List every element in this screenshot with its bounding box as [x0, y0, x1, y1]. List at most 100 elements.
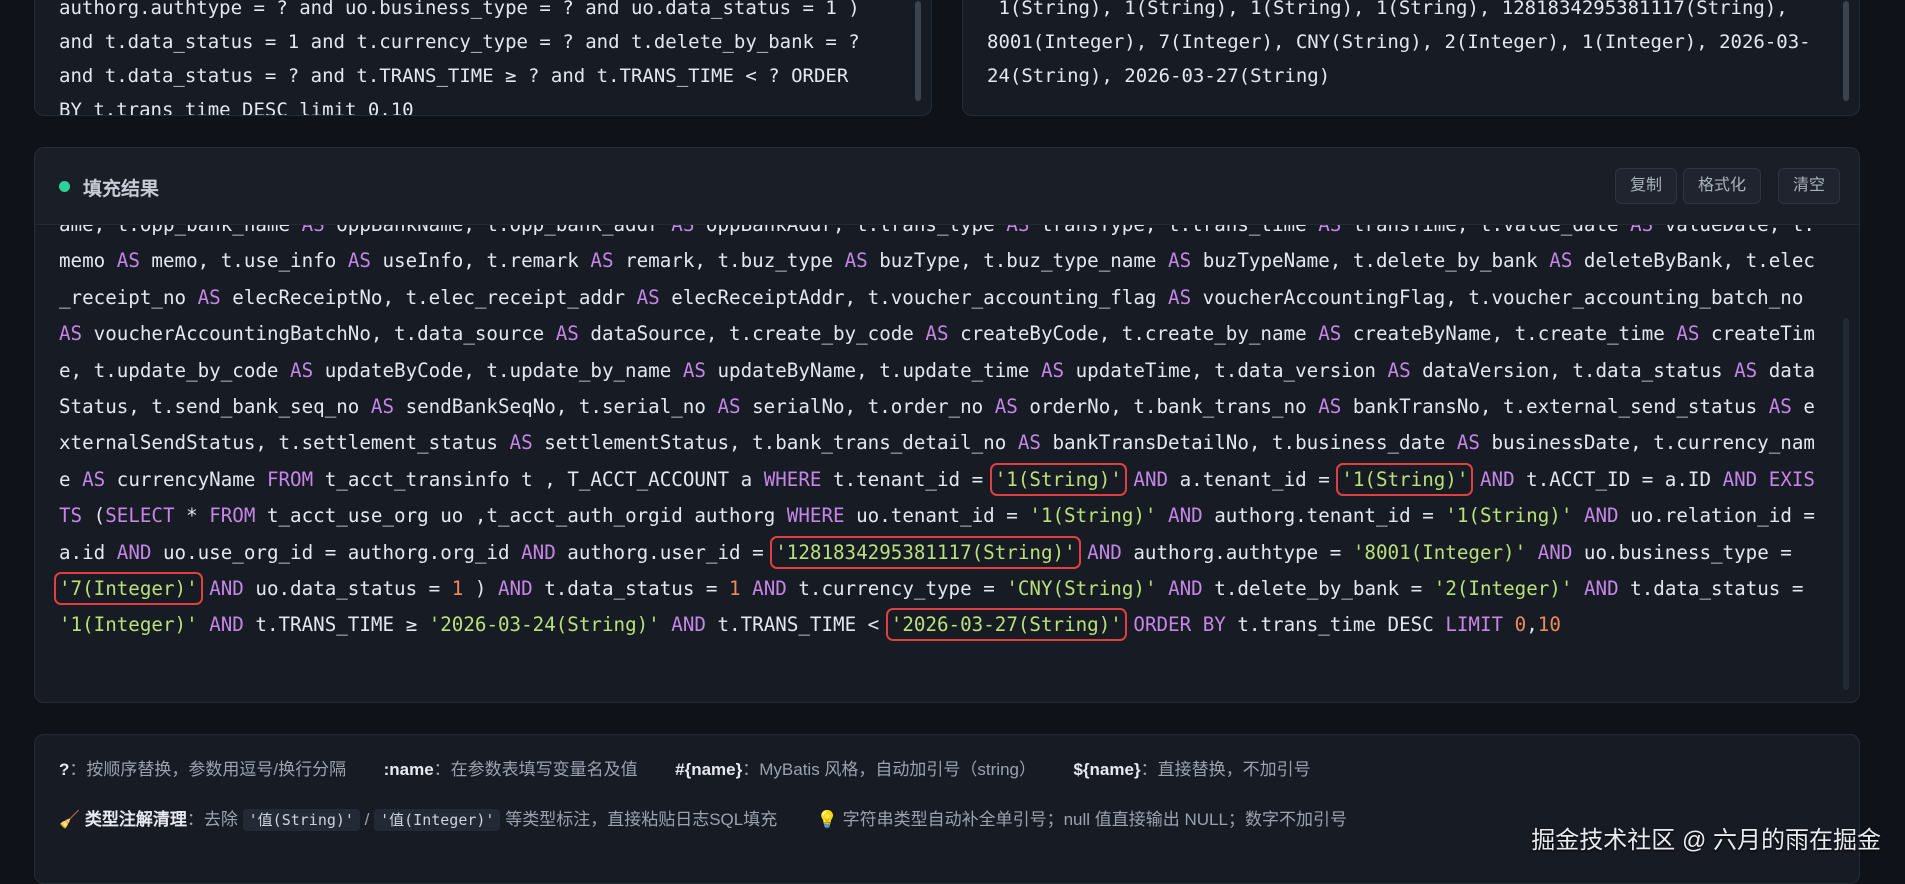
sql-text-token: oppBankName, t.opp_bank_addr [325, 225, 672, 236]
result-sql-code[interactable]: ame, t.opp_bank_name AS oppBankName, t.o… [54, 225, 1819, 644]
params-scrollbar[interactable] [1843, 1, 1849, 101]
sql-text-token: uo.use_org_id = authorg.org_id [151, 540, 522, 564]
sql-text-token: t.TRANS_TIME < [705, 613, 891, 637]
sql-text-token: orderNo, t.bank_trans_no [1017, 395, 1319, 419]
sql-keyword: AS [994, 395, 1018, 419]
sql-keyword: AND [1583, 504, 1619, 528]
help-clean-text-1: ：去除 [186, 810, 243, 829]
sql-keyword: AND [752, 577, 787, 601]
sql-text-token: updateByCode, t.update_by_name [313, 358, 683, 382]
sql-text-token [660, 613, 672, 636]
help-clean-title: 类型注解清理 [84, 810, 187, 829]
params-text[interactable]: 1(String), 1(String), 1(String), 1(Strin… [987, 0, 1819, 93]
sql-keyword: AS [717, 395, 741, 419]
sql-text-token: currencyName [105, 467, 267, 491]
sql-keyword: AS [1318, 225, 1341, 236]
sql-keyword: WHERE [763, 467, 822, 491]
sql-text-token [1572, 577, 1584, 600]
sql-string-literal: '2(Integer)' [1433, 577, 1573, 601]
help-sep: / [359, 810, 375, 829]
sql-keyword: AS [1676, 322, 1700, 346]
sql-text-token: bankTransDetailNo, t.business_date [1040, 431, 1457, 455]
sql-keyword: AND [498, 577, 533, 601]
help-tip-text: 字符串类型自动补全单引号；null 值直接输出 NULL；数字不加引号 [842, 810, 1347, 829]
sql-text-token: t.data_status = [532, 577, 730, 601]
sql-text-token: settlementStatus, t.bank_trans_detail_no [532, 431, 1018, 455]
sql-keyword: AS [844, 249, 868, 273]
sql-keyword: AND [209, 577, 244, 601]
sql-keyword: AS [1318, 395, 1342, 419]
broom-icon: 🧹 [59, 810, 81, 829]
result-scrollbar-track[interactable] [1843, 318, 1849, 690]
help-text-mybatis: ：MyBatis 风格，自动加引号（string） [742, 760, 1036, 779]
sql-text-token: ) [463, 577, 498, 601]
sql-highlighted-value: '1(String)' [989, 462, 1127, 496]
sql-keyword: AS [636, 285, 660, 309]
sql-text-token [198, 613, 210, 636]
sql-keyword: AS [370, 395, 395, 419]
sql-keyword: AND [116, 540, 152, 564]
sql-text-token: authorg.tenant_id = [1202, 504, 1446, 528]
sql-string-literal: '8001(Integer)' [1352, 540, 1527, 564]
sql-keyword: AND [671, 613, 706, 637]
result-code-area[interactable]: ame, t.opp_bank_name AS oppBankName, t.o… [35, 225, 1859, 702]
sql-text-token [1526, 541, 1538, 564]
sql-text-token [741, 577, 753, 600]
sql-text-token: serialNo, t.order_no [740, 395, 995, 419]
sql-text-token [1122, 468, 1134, 491]
help-text-name: ：在参数表填写变量名及值 [433, 760, 638, 779]
sql-string-literal: '2026-03-24(String)' [428, 613, 660, 637]
sql-keyword: AND [521, 540, 556, 564]
sql-string-literal: '1(String)' [1029, 504, 1157, 528]
sql-text-token: voucherAccountingBatchNo, t.data_source [82, 322, 556, 346]
help-row-syntax: ?：按顺序替换，参数用逗号/换行分隔 :name：在参数表填写变量名及值 #{n… [59, 755, 1311, 780]
sql-keyword: FROM [209, 504, 256, 528]
sql-keyword: ORDER BY [1133, 613, 1226, 637]
sql-text-token: elecReceiptNo, t.elec_receipt_addr [220, 285, 637, 309]
sql-keyword: AND [1087, 540, 1122, 564]
sql-text-token [1122, 613, 1134, 636]
sql-scrollbar[interactable] [915, 1, 921, 101]
sql-text-token: t.delete_by_bank = [1202, 577, 1434, 601]
sql-text-token: updateByName, t.update_time [705, 358, 1041, 382]
sql-text-token: createByName, t.create_time [1341, 322, 1677, 346]
sql-keyword: AS [1734, 358, 1758, 382]
sql-highlighted-value: '1(String)' [1336, 462, 1474, 496]
sql-text-token: memo, t.use_info [139, 249, 348, 273]
sql-text-token: sendBankSeqNo, t.serial_no [394, 395, 718, 419]
sql-text-token: authorg.user_id = [555, 540, 776, 564]
sql-keyword: AND [1168, 577, 1203, 601]
sql-text-token [1503, 613, 1515, 636]
clear-button[interactable]: 清空 [1778, 168, 1841, 204]
sql-string-literal: '1(Integer)' [59, 613, 198, 637]
sql-keyword: AS [682, 358, 706, 382]
sql-keyword: AS [82, 467, 106, 491]
sql-text-token: authorg.authtype = [1121, 540, 1353, 564]
help-row-clean: 🧹 类型注解清理：去除 '值(String)' / '值(Integer)' 等… [59, 805, 1347, 831]
sql-keyword: AND [1479, 467, 1515, 491]
sql-keyword: AS [1168, 249, 1192, 273]
sql-keyword: AND [1133, 467, 1169, 491]
lightbulb-icon: 💡 [816, 810, 838, 829]
sql-keyword: FROM [266, 467, 314, 491]
sql-string-literal: 'CNY(String)' [1006, 577, 1157, 601]
sql-highlighted-value: '1281834295381117(String)' [770, 535, 1081, 569]
sql-text-token: t_acct_transinfo t , T_ACCT_ACCOUNT a [313, 467, 764, 491]
original-sql-text[interactable]: authorg.authtype = ? and uo.business_typ… [59, 0, 891, 115]
sql-keyword: AS [1549, 249, 1573, 273]
sql-text-token: ame, t.opp_bank_name [59, 225, 302, 236]
sql-keyword: AS [555, 322, 579, 346]
sql-keyword: AS [1168, 285, 1192, 309]
sql-text-token: t.data_status = [1618, 577, 1816, 601]
sql-text-token: transType, t.trans_time [1029, 225, 1318, 236]
sql-keyword: AS [1387, 358, 1411, 382]
copy-button[interactable]: 复制 [1615, 168, 1678, 204]
sql-text-token: t.TRANS_TIME ≥ [243, 613, 429, 637]
format-button[interactable]: 格式化 [1683, 168, 1762, 204]
sql-keyword: AS [347, 249, 371, 273]
sql-keyword: AS [1017, 431, 1041, 455]
sql-text-token [1156, 504, 1168, 527]
help-key-mybatis: #{name} [675, 760, 743, 779]
sql-text-token: t_acct_use_org uo ,t_acct_auth_orgid aut… [255, 504, 787, 528]
sql-text-token: t.currency_type = [786, 577, 1007, 601]
